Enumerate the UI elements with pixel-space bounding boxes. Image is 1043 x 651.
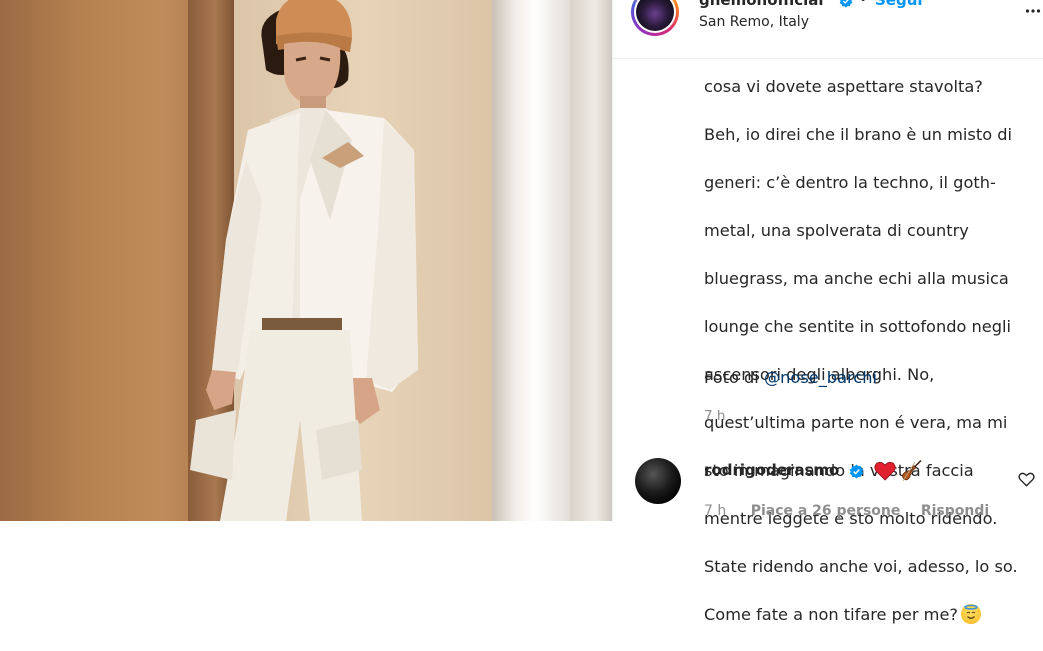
verified-badge-icon	[839, 0, 853, 8]
author-avatar[interactable]	[631, 0, 679, 36]
photo-credit-mention[interactable]: @nose_barchi	[764, 368, 877, 387]
comment-reply-button[interactable]: Rispondi	[921, 503, 989, 519]
follow-button[interactable]: Segui	[875, 0, 923, 9]
more-options-icon[interactable]	[1025, 3, 1041, 19]
post-location[interactable]: San Remo, Italy	[699, 14, 809, 30]
comment-meta: 7 h Piace a 26 persone Rispondi	[704, 503, 989, 519]
violin-icon	[902, 459, 922, 482]
post-caption: cosa vi dovete aspettare stavolta? Beh, …	[704, 51, 1034, 651]
photo-person	[190, 0, 418, 521]
smiling-face-with-halo-icon	[961, 604, 982, 624]
caption-line: quest’ultima parte non é vera, ma mi	[704, 413, 1008, 432]
caption-line: lounge che sentite in sottofondo negli	[704, 317, 1012, 336]
caption-line: generi: c’è dentro la techno, il goth-	[704, 173, 996, 192]
caption-line: State ridendo anche voi, adesso, lo so.	[704, 557, 1018, 576]
caption-line: Beh, io direi che il brano è un misto di	[704, 125, 1013, 144]
author-username[interactable]: gnemonofficial	[699, 0, 824, 9]
caption-line-last: Come fate a non tifare per me?	[704, 603, 1034, 627]
comment-timestamp[interactable]: 7 h	[704, 503, 726, 519]
photo-credit: Foto di @nose_barchi	[704, 366, 877, 390]
photo-credit-prefix: Foto di	[704, 368, 759, 387]
header-separator-dot: •	[859, 0, 868, 8]
comment-username[interactable]: rodrigoderasmo	[704, 461, 839, 479]
like-comment-heart-icon[interactable]	[1018, 471, 1035, 487]
caption-line: bluegrass, ma anche echi alla musica	[704, 269, 1009, 288]
post-photo[interactable]	[0, 0, 612, 521]
red-heart-icon	[874, 461, 896, 481]
caption-line: metal, una spolverata di country	[704, 221, 969, 240]
comment-avatar[interactable]	[635, 458, 681, 504]
post-side-panel: gnemonofficial • Segui San Remo, Italy c…	[612, 0, 1043, 624]
caption-line: cosa vi dovete aspettare stavolta?	[704, 77, 983, 96]
caption-line-text: Come fate a non tifare per me?	[704, 605, 959, 624]
verified-badge-icon	[849, 464, 864, 479]
post-timestamp[interactable]: 7 h	[704, 408, 725, 424]
comment-likes-count[interactable]: Piace a 26 persone	[751, 503, 901, 519]
